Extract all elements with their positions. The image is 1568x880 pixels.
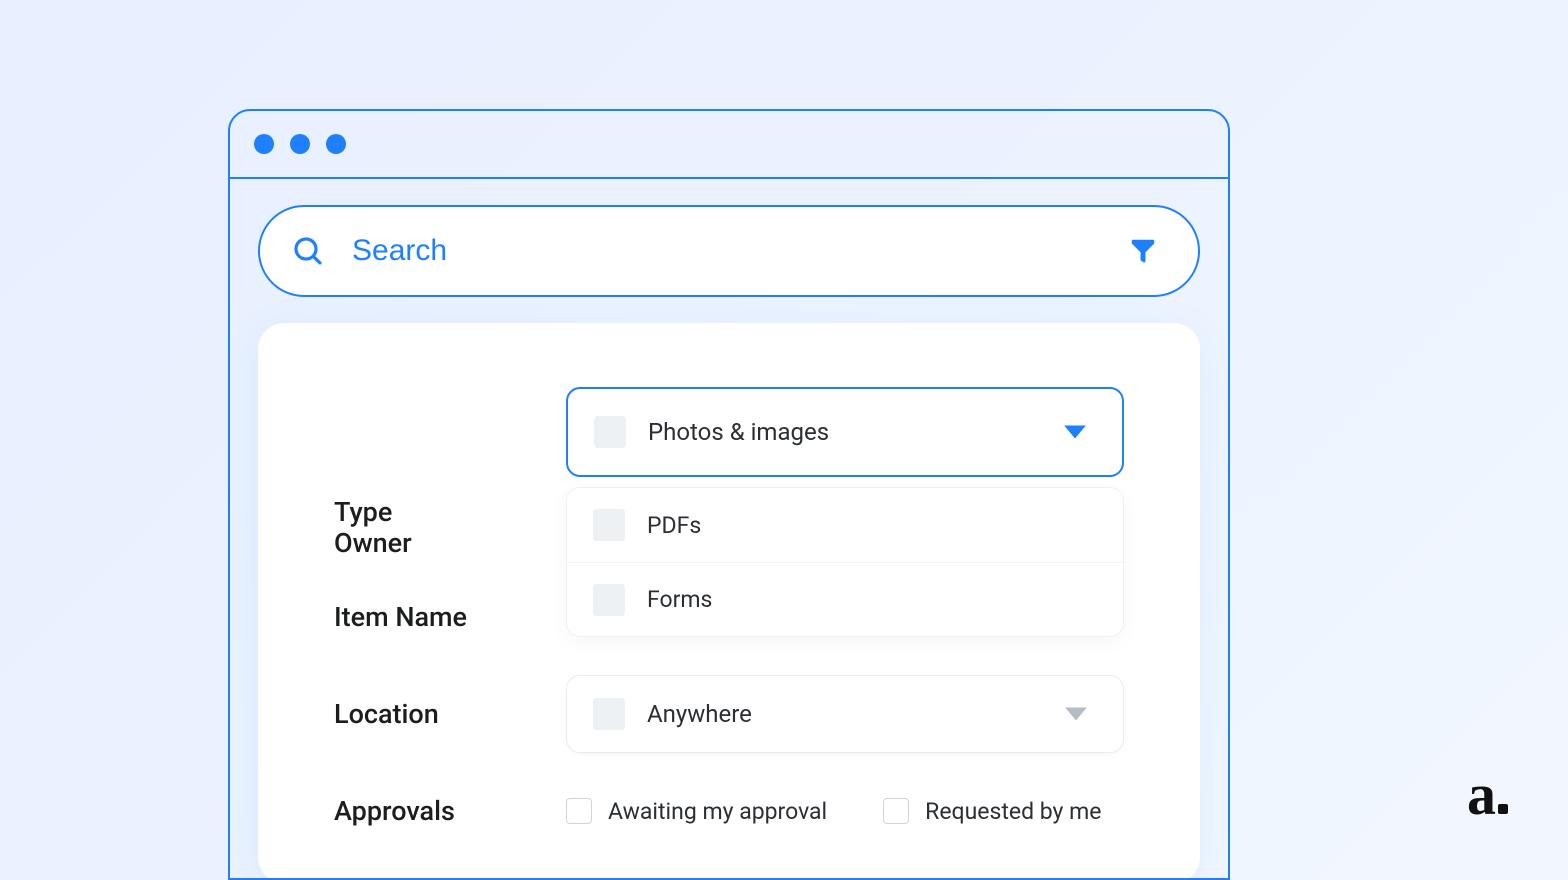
checkbox[interactable]: [883, 798, 909, 824]
type-option-icon: [593, 509, 625, 541]
search-input[interactable]: [352, 234, 1100, 268]
window-control-close[interactable]: [254, 134, 274, 154]
window-body: Type Photos & images PDFs: [230, 179, 1228, 880]
browser-window: Type Photos & images PDFs: [228, 109, 1230, 880]
filters-panel: Type Photos & images PDFs: [258, 323, 1200, 880]
filter-row-approvals: Approvals Awaiting my approval Requested…: [334, 795, 1124, 827]
filter-icon[interactable]: [1128, 236, 1158, 266]
search-bar: [258, 205, 1200, 297]
filter-label-location: Location: [334, 698, 566, 730]
type-option-label: Forms: [647, 586, 712, 613]
chevron-down-icon: [1062, 422, 1088, 442]
filter-row-type: Type Photos & images PDFs: [334, 387, 1124, 637]
chevron-down-icon: [1063, 704, 1089, 724]
type-option-forms[interactable]: Forms: [567, 562, 1123, 636]
location-select[interactable]: Anywhere: [566, 675, 1124, 753]
brand-logo: a: [1467, 761, 1508, 828]
approvals-option-label: Requested by me: [925, 798, 1101, 825]
checkbox[interactable]: [566, 798, 592, 824]
window-control-minimize[interactable]: [290, 134, 310, 154]
approvals-option-label: Awaiting my approval: [608, 798, 827, 825]
filter-label-type: Type: [334, 496, 566, 528]
type-option-label: PDFs: [647, 512, 701, 539]
filter-label-item-name: Item Name: [334, 601, 566, 633]
window-control-maximize[interactable]: [326, 134, 346, 154]
type-option-pdfs[interactable]: PDFs: [567, 488, 1123, 562]
approvals-option-requested[interactable]: Requested by me: [883, 798, 1101, 825]
type-dropdown: PDFs Forms: [566, 487, 1124, 637]
location-option-icon: [593, 698, 625, 730]
approvals-option-awaiting[interactable]: Awaiting my approval: [566, 798, 827, 825]
type-option-icon: [594, 416, 626, 448]
search-icon: [292, 235, 324, 267]
type-select-value: Photos & images: [648, 418, 1040, 446]
filter-label-owner: Owner: [334, 527, 566, 559]
filter-row-location: Location Anywhere: [334, 675, 1124, 753]
location-select-value: Anywhere: [647, 700, 1041, 728]
window-titlebar: [230, 111, 1228, 179]
type-option-icon: [593, 584, 625, 616]
type-select[interactable]: Photos & images: [566, 387, 1124, 477]
filter-label-approvals: Approvals: [334, 795, 566, 827]
